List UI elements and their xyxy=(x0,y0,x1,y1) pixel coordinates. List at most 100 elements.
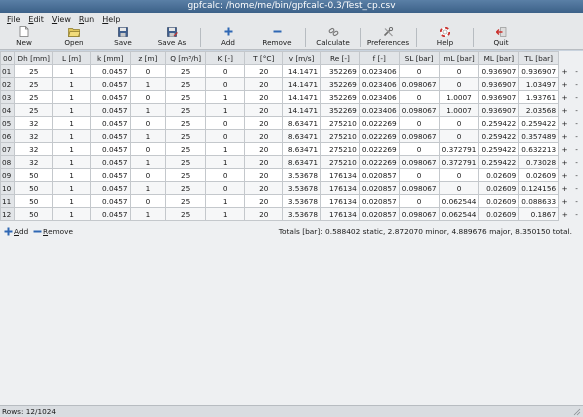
row-number[interactable]: 05 xyxy=(0,116,16,130)
add-row-button[interactable]: Add xyxy=(2,225,30,238)
table-cell[interactable]: 1 xyxy=(52,90,91,104)
table-cell[interactable]: 1 xyxy=(52,142,91,156)
table-cell[interactable]: 1.93761 xyxy=(518,90,560,104)
table-cell[interactable]: 1 xyxy=(205,103,246,117)
table-cell[interactable]: 176134 xyxy=(320,168,360,182)
table-cell[interactable]: 0 xyxy=(438,116,480,130)
menu-file[interactable]: File xyxy=(3,15,24,24)
delete-row-button[interactable]: - xyxy=(570,181,583,195)
table-cell[interactable]: 3.53678 xyxy=(282,207,321,221)
table-cell[interactable]: 50 xyxy=(14,207,54,221)
add-button[interactable]: Add xyxy=(204,26,252,49)
table-cell[interactable]: 0 xyxy=(205,168,246,182)
table-cell[interactable]: 0.0457 xyxy=(89,142,131,156)
table-cell[interactable]: 0.259422 xyxy=(478,155,520,169)
insert-row-button[interactable]: + xyxy=(558,168,571,182)
table-cell[interactable]: 1.03497 xyxy=(518,77,560,91)
resize-grip-icon[interactable] xyxy=(572,407,581,416)
table-cell[interactable]: 0.023406 xyxy=(358,77,400,91)
table-cell[interactable]: 0.098067 xyxy=(398,207,440,221)
table-cell[interactable]: 0 xyxy=(438,77,480,91)
table-cell[interactable]: 0.020857 xyxy=(358,181,400,195)
table-cell[interactable]: 25 xyxy=(165,168,207,182)
column-header[interactable]: Re [-] xyxy=(320,51,360,65)
table-cell[interactable]: 1 xyxy=(129,155,167,169)
table-cell[interactable]: 0.936907 xyxy=(478,90,520,104)
calculate-button[interactable]: Calculate xyxy=(309,26,357,49)
table-cell[interactable]: 0 xyxy=(129,116,167,130)
table-cell[interactable]: 0 xyxy=(398,64,440,78)
table-cell[interactable]: 0.936907 xyxy=(478,64,520,78)
table-cell[interactable]: 275210 xyxy=(320,155,360,169)
table-cell[interactable]: 1 xyxy=(52,116,91,130)
table-cell[interactable]: 25 xyxy=(165,194,207,208)
table-cell[interactable]: 352269 xyxy=(320,64,360,78)
table-cell[interactable]: 8.63471 xyxy=(282,142,321,156)
table-cell[interactable]: 25 xyxy=(14,77,54,91)
table-cell[interactable]: 8.63471 xyxy=(282,155,321,169)
table-cell[interactable]: 0 xyxy=(398,116,440,130)
table-cell[interactable]: 0.259422 xyxy=(478,129,520,143)
table-cell[interactable]: 0.0457 xyxy=(89,64,131,78)
delete-row-button[interactable]: - xyxy=(570,90,583,104)
table-cell[interactable]: 275210 xyxy=(320,142,360,156)
insert-row-button[interactable]: + xyxy=(558,77,571,91)
delete-row-button[interactable]: - xyxy=(570,142,583,156)
table-cell[interactable]: 0.0457 xyxy=(89,90,131,104)
table-cell[interactable]: 14.1471 xyxy=(282,103,321,117)
table-cell[interactable]: 2.03568 xyxy=(518,103,560,117)
table-cell[interactable]: 0.098067 xyxy=(398,181,440,195)
row-number[interactable]: 11 xyxy=(0,194,16,208)
table-cell[interactable]: 0.259422 xyxy=(478,116,520,130)
insert-row-button[interactable]: + xyxy=(558,155,571,169)
table-cell[interactable]: 25 xyxy=(165,77,207,91)
table-cell[interactable]: 25 xyxy=(165,116,207,130)
table-cell[interactable]: 0.0457 xyxy=(89,155,131,169)
table-cell[interactable]: 0.02609 xyxy=(478,168,520,182)
table-cell[interactable]: 0.023406 xyxy=(358,64,400,78)
table-cell[interactable]: 275210 xyxy=(320,129,360,143)
table-cell[interactable]: 25 xyxy=(14,103,54,117)
table-cell[interactable]: 14.1471 xyxy=(282,64,321,78)
table-cell[interactable]: 20 xyxy=(244,181,284,195)
table-cell[interactable]: 0.022269 xyxy=(358,142,400,156)
insert-row-button[interactable]: + xyxy=(558,129,571,143)
table-cell[interactable]: 0 xyxy=(438,181,480,195)
table-cell[interactable]: 3.53678 xyxy=(282,168,321,182)
table-cell[interactable]: 25 xyxy=(165,155,207,169)
column-header[interactable]: z [m] xyxy=(129,51,167,65)
menu-view[interactable]: View xyxy=(48,15,75,24)
table-cell[interactable]: 1 xyxy=(205,207,246,221)
table-cell[interactable]: 1 xyxy=(129,207,167,221)
table-cell[interactable]: 0 xyxy=(129,168,167,182)
column-header[interactable]: k [mm] xyxy=(89,51,131,65)
table-cell[interactable]: 14.1471 xyxy=(282,77,321,91)
delete-row-button[interactable]: - xyxy=(570,77,583,91)
table-cell[interactable]: 0.022269 xyxy=(358,155,400,169)
table-cell[interactable]: 352269 xyxy=(320,77,360,91)
remove-row-button[interactable]: Remove xyxy=(31,225,75,238)
table-cell[interactable]: 25 xyxy=(165,181,207,195)
table-cell[interactable]: 352269 xyxy=(320,90,360,104)
row-number[interactable]: 08 xyxy=(0,155,16,169)
table-cell[interactable]: 8.63471 xyxy=(282,116,321,130)
table-cell[interactable]: 25 xyxy=(14,90,54,104)
table-cell[interactable]: 0 xyxy=(398,168,440,182)
table-cell[interactable]: 0.098067 xyxy=(398,155,440,169)
table-cell[interactable]: 20 xyxy=(244,207,284,221)
table-cell[interactable]: 0 xyxy=(438,168,480,182)
table-cell[interactable]: 176134 xyxy=(320,194,360,208)
save-button[interactable]: Save xyxy=(99,26,147,49)
table-cell[interactable]: 0.0457 xyxy=(89,103,131,117)
row-number[interactable]: 04 xyxy=(0,103,16,117)
menu-help[interactable]: Help xyxy=(98,15,124,24)
table-cell[interactable]: 1 xyxy=(205,155,246,169)
column-header[interactable]: L [m] xyxy=(52,51,91,65)
table-cell[interactable]: 25 xyxy=(165,103,207,117)
table-cell[interactable]: 176134 xyxy=(320,207,360,221)
table-cell[interactable]: 0 xyxy=(398,194,440,208)
table-cell[interactable]: 3.53678 xyxy=(282,194,321,208)
table-cell[interactable]: 0.098067 xyxy=(398,77,440,91)
column-header[interactable]: K [-] xyxy=(205,51,246,65)
table-cell[interactable]: 32 xyxy=(14,142,54,156)
